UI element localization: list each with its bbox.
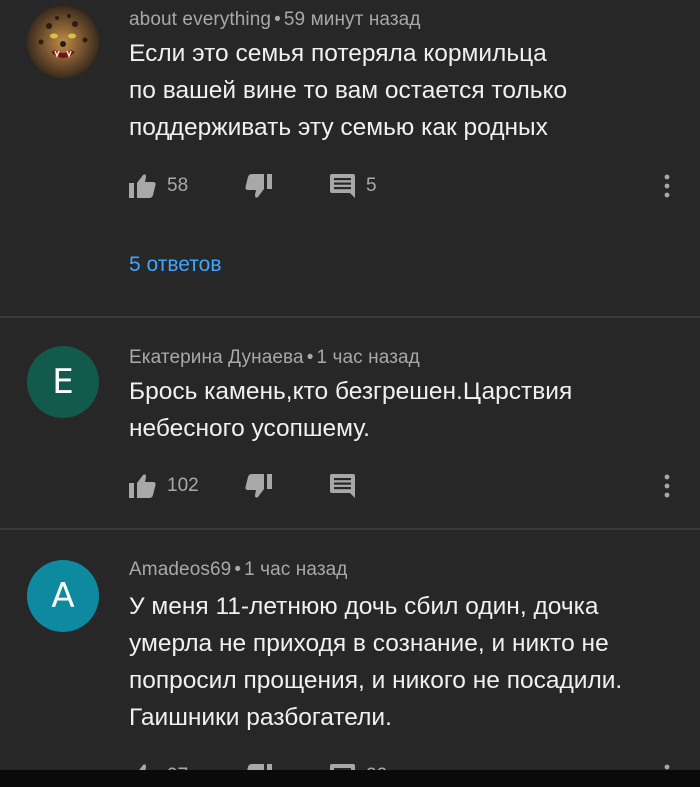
comment-author[interactable]: Amadeos69: [129, 559, 231, 580]
comment-meta: Екатерина Дунаева • 1 час назад: [129, 347, 420, 369]
dislike-button[interactable]: [245, 761, 272, 770]
comment-text: Брось камень,кто безгрешен.Царствия небе…: [129, 373, 649, 447]
comment-text-line: попросил прощения, и никого не посадили.: [129, 667, 623, 694]
meta-separator: •: [274, 9, 281, 30]
avatar[interactable]: A: [27, 560, 99, 632]
reply-button[interactable]: 5: [330, 171, 377, 201]
comment-actions: 102: [129, 471, 689, 501]
comment-text: У меня 11-летнюю дочь сбил один, дочка у…: [129, 588, 649, 736]
reply-count: 5: [366, 175, 377, 196]
thumb-up-icon: [129, 474, 156, 498]
comments-screen: about everything • 59 минут назад Если это…: [0, 0, 700, 770]
comment-time: 1 час назад: [316, 347, 420, 368]
like-button[interactable]: 102: [129, 471, 199, 501]
more-vert-icon: [664, 174, 670, 198]
comment-text-line: Если это семья потеряла кормильца: [129, 40, 547, 67]
comment-icon: [330, 174, 355, 198]
avatar[interactable]: Е: [27, 346, 99, 418]
reply-button[interactable]: 22: [330, 761, 387, 770]
dislike-button[interactable]: [245, 471, 272, 501]
comment-time: 1 час назад: [244, 559, 348, 580]
avatar-letter: Е: [52, 362, 74, 402]
leopard-avatar-image: [27, 6, 99, 78]
comment-author[interactable]: about everything: [129, 9, 271, 30]
reply-button[interactable]: [330, 471, 355, 501]
meta-separator: •: [306, 347, 314, 368]
comment-actions: 58 5: [129, 171, 689, 201]
comment-text-line: Брось камень,кто безгрешен.Царствия: [129, 378, 573, 405]
comment-meta: about everything • 59 минут назад: [129, 9, 421, 31]
system-navigation-bar: [0, 770, 700, 787]
more-vert-icon: [664, 764, 670, 770]
like-count: 58: [167, 175, 189, 196]
comment-text-line: Гаишники разбогатели.: [129, 704, 392, 731]
dislike-button[interactable]: [245, 171, 272, 201]
meta-separator: •: [234, 559, 242, 580]
thumb-down-icon: [245, 174, 272, 198]
comment-time: 59 минут назад: [283, 9, 421, 30]
like-count: 102: [167, 475, 199, 496]
comment-text-line: поддерживать эту семью как родных: [129, 114, 548, 141]
comment-divider: [0, 316, 700, 318]
comment-actions: 97 22: [129, 761, 689, 770]
more-options-button[interactable]: [659, 171, 679, 201]
more-options-button[interactable]: [659, 761, 679, 770]
comment-text-line: умерла не приходя в сознание, и никто не: [129, 630, 609, 657]
avatar[interactable]: [27, 6, 99, 78]
thumb-down-icon: [245, 474, 272, 498]
view-replies-link[interactable]: 5 ответов: [129, 253, 221, 277]
comment-text-line: небесного усопшему.: [129, 415, 370, 442]
comment-icon: [330, 474, 355, 498]
thumb-up-icon: [129, 174, 156, 198]
avatar-letter: A: [51, 576, 75, 616]
comment-meta: Amadeos69 • 1 час назад: [129, 559, 347, 581]
like-button[interactable]: 97: [129, 761, 188, 770]
comment-author[interactable]: Екатерина Дунаева: [129, 347, 304, 368]
like-button[interactable]: 58: [129, 171, 188, 201]
comment-text-line: У меня 11-летнюю дочь сбил один, дочка: [129, 593, 599, 620]
more-vert-icon: [664, 474, 670, 498]
comment-divider: [0, 528, 700, 530]
more-options-button[interactable]: [659, 471, 679, 501]
comment-text-line: по вашей вине то вам остается только: [129, 77, 568, 104]
comment-text: Если это семья потеряла кормильца по ваш…: [129, 35, 649, 146]
